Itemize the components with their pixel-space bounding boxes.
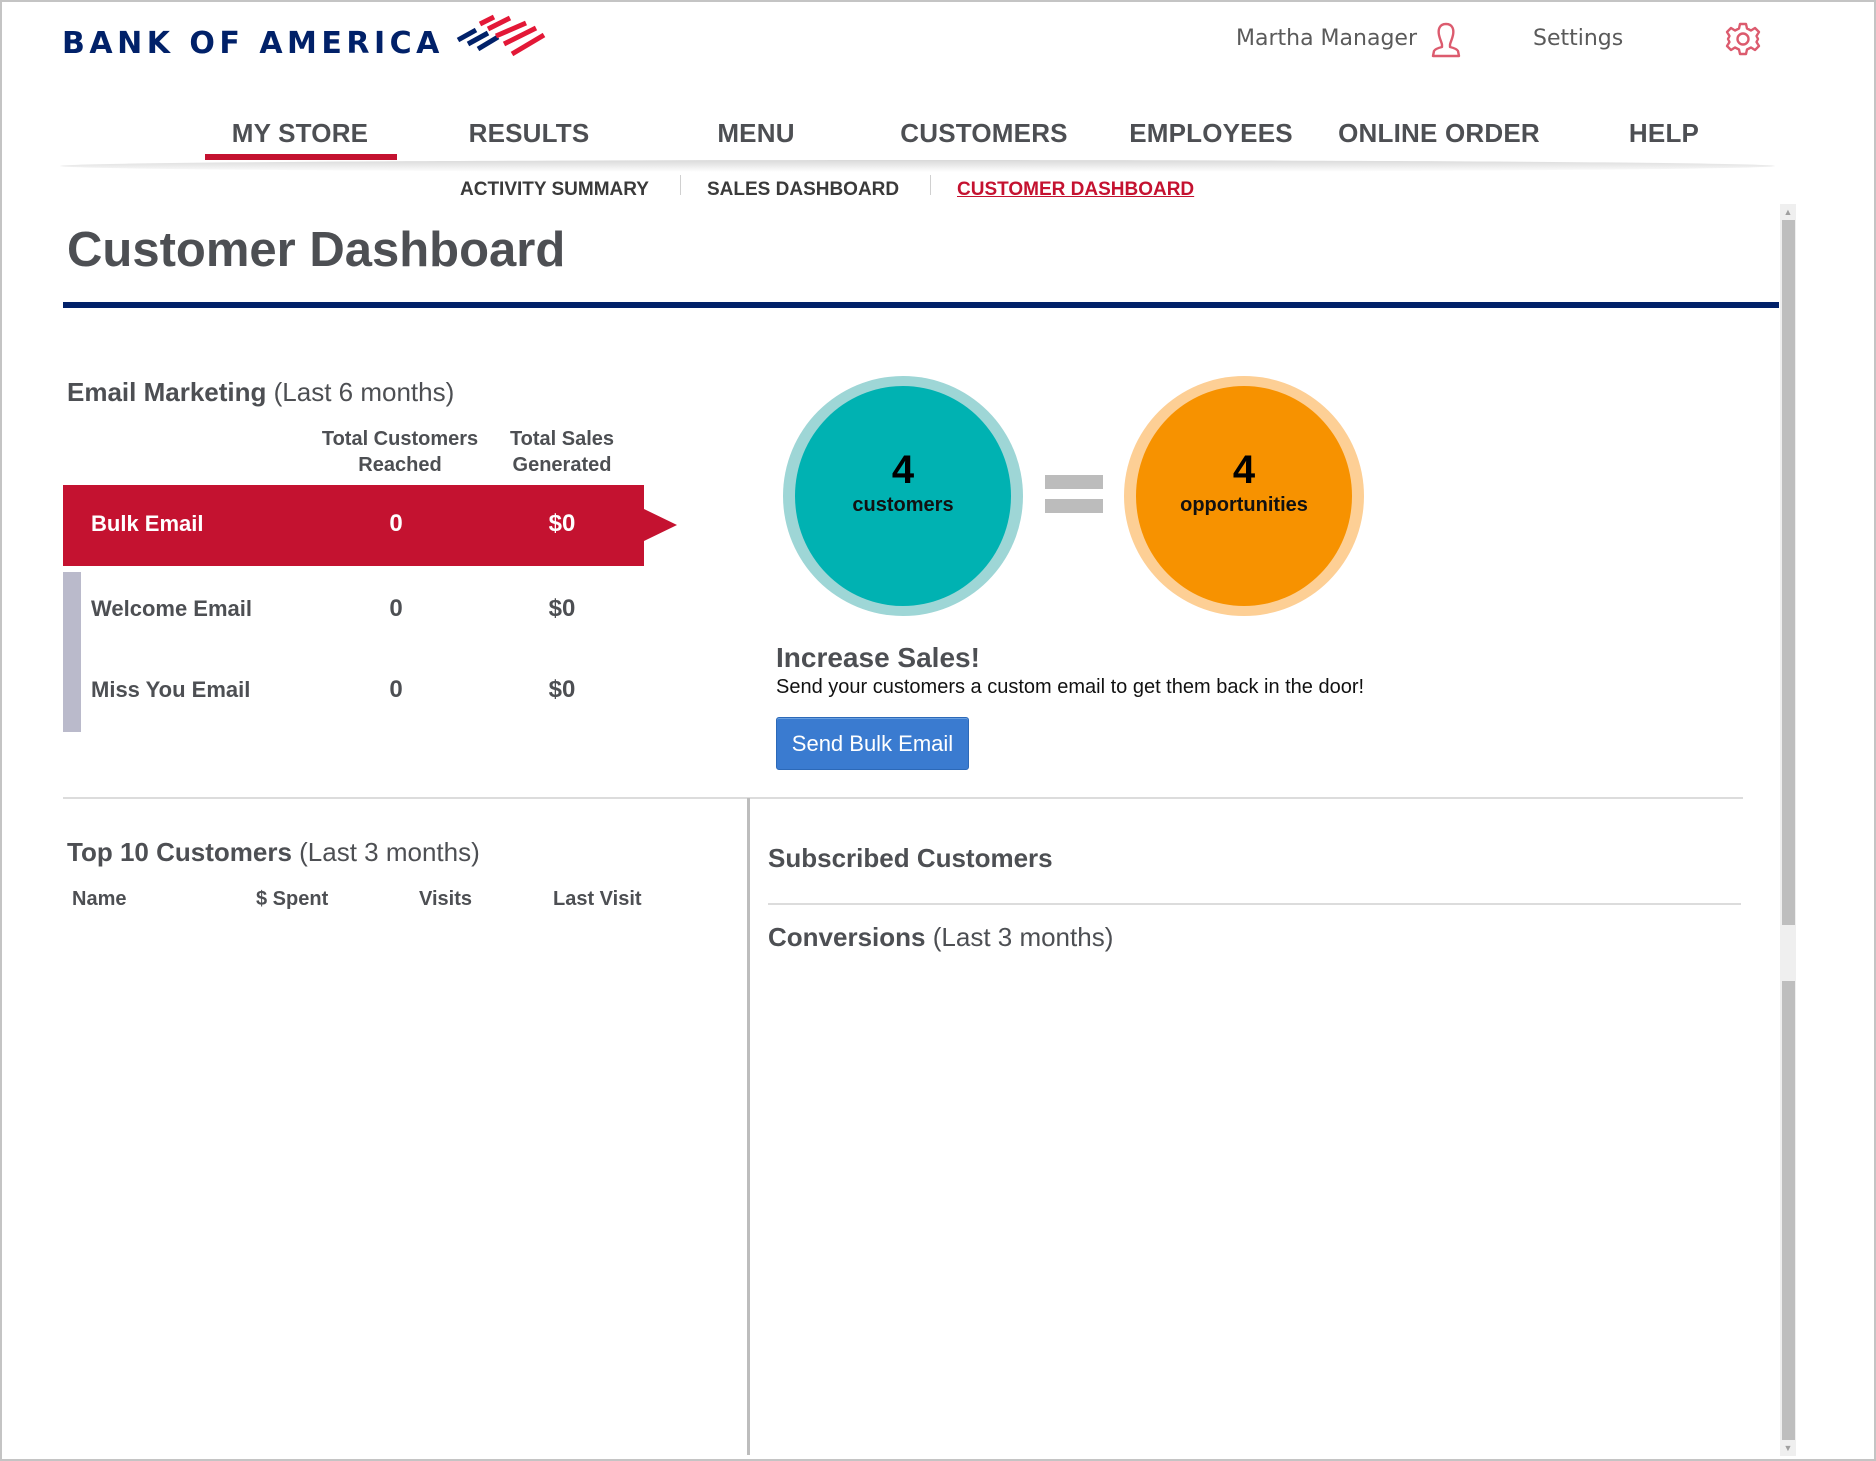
conversions-heading: Conversions (Last 3 months) <box>768 922 1113 953</box>
email-row-reached: 0 <box>389 595 403 622</box>
subnav-activity-summary[interactable]: ACTIVITY SUMMARY <box>460 179 649 201</box>
nav-customers[interactable]: CUSTOMERS <box>900 118 1067 149</box>
email-row-reached: 0 <box>389 676 403 703</box>
opportunities-label: opportunities <box>1180 494 1308 516</box>
settings-link[interactable]: Settings <box>1533 26 1623 51</box>
section-divider <box>63 797 1743 799</box>
send-bulk-email-button[interactable]: Send Bulk Email <box>776 717 969 770</box>
nav-results[interactable]: RESULTS <box>469 118 590 149</box>
email-rows-side-bar <box>63 572 81 732</box>
scrollbar-thumb-lower[interactable] <box>1782 981 1795 1440</box>
col-header-spent[interactable]: $ Spent <box>256 888 328 911</box>
selected-row-pointer-icon <box>644 509 677 541</box>
col-header-line: Reached <box>358 454 442 476</box>
subscribed-customers-heading: Subscribed Customers <box>768 843 1053 874</box>
flag-logo-icon <box>456 14 546 57</box>
email-row-reached: 0 <box>389 510 403 537</box>
gear-icon[interactable] <box>1724 20 1762 58</box>
conversions-title: Conversions <box>768 922 926 952</box>
col-header-visits[interactable]: Visits <box>419 888 472 911</box>
nav-online-order[interactable]: ONLINE ORDER <box>1338 118 1540 149</box>
col-header-line: Total Customers <box>321 428 479 450</box>
equals-icon <box>1045 475 1103 489</box>
subnav-separator <box>930 175 931 195</box>
increase-sales-heading: Increase Sales! <box>776 642 980 673</box>
active-nav-indicator <box>205 154 397 160</box>
top-customers-title: Top 10 Customers <box>67 837 292 867</box>
logo-wordmark: BANK OF AMERICA <box>62 25 444 61</box>
subscribed-divider <box>768 903 1741 905</box>
bank-of-america-logo[interactable]: BANK OF AMERICA <box>62 14 546 68</box>
scrollbar-thumb[interactable] <box>1782 220 1795 925</box>
col-header-last-visit[interactable]: Last Visit <box>553 888 642 911</box>
nav-shadow <box>60 160 1775 172</box>
increase-sales-text: Send your customers a custom email to ge… <box>776 676 1365 698</box>
email-row-sales: $0 <box>548 595 576 622</box>
col-header-name[interactable]: Name <box>72 888 126 911</box>
nav-menu[interactable]: MENU <box>717 118 794 149</box>
opportunities-count: 4 <box>1232 448 1256 492</box>
scroll-up-arrow-icon[interactable]: ▲ <box>1780 204 1796 220</box>
nav-help[interactable]: HELP <box>1629 118 1699 149</box>
email-marketing-period: (Last 6 months) <box>273 377 455 407</box>
opportunities-circle: 4 opportunities <box>1136 386 1352 606</box>
user-name[interactable]: Martha Manager <box>1236 26 1417 51</box>
title-rule <box>63 302 1779 308</box>
email-row-sales: $0 <box>548 676 576 703</box>
column-divider <box>747 798 750 1455</box>
email-marketing-title: Email Marketing <box>67 377 267 407</box>
customers-circle: 4 customers <box>795 386 1011 606</box>
customers-count: 4 <box>891 448 915 492</box>
person-icon[interactable] <box>1426 20 1466 60</box>
conversions-period: (Last 3 months) <box>932 922 1114 952</box>
col-header-customers-reached: Total Customers Reached <box>322 426 478 478</box>
page-title: Customer Dashboard <box>67 223 566 277</box>
email-marketing-heading: Email Marketing (Last 6 months) <box>67 377 454 408</box>
col-header-sales-generated: Total Sales Generated <box>510 426 614 478</box>
customers-label: customers <box>852 494 954 516</box>
equals-icon-bar <box>1045 499 1103 513</box>
scroll-down-arrow-icon[interactable]: ▼ <box>1780 1440 1796 1456</box>
email-row-sales: $0 <box>548 510 576 537</box>
col-header-line: Generated <box>512 454 612 476</box>
email-row-label[interactable]: Bulk Email <box>91 511 203 537</box>
subnav-separator <box>680 175 681 195</box>
top-customers-heading: Top 10 Customers (Last 3 months) <box>67 837 480 868</box>
col-header-line: Total Sales <box>509 428 615 450</box>
nav-employees[interactable]: EMPLOYEES <box>1129 118 1293 149</box>
top-customers-period: (Last 3 months) <box>299 837 480 867</box>
subscribed-title: Subscribed Customers <box>768 843 1053 873</box>
nav-my-store[interactable]: MY STORE <box>232 118 368 149</box>
subnav-sales-dashboard[interactable]: SALES DASHBOARD <box>707 179 899 201</box>
email-row-label[interactable]: Miss You Email <box>91 677 250 703</box>
email-row-label[interactable]: Welcome Email <box>91 596 252 622</box>
subnav-customer-dashboard[interactable]: CUSTOMER DASHBOARD <box>957 179 1194 201</box>
